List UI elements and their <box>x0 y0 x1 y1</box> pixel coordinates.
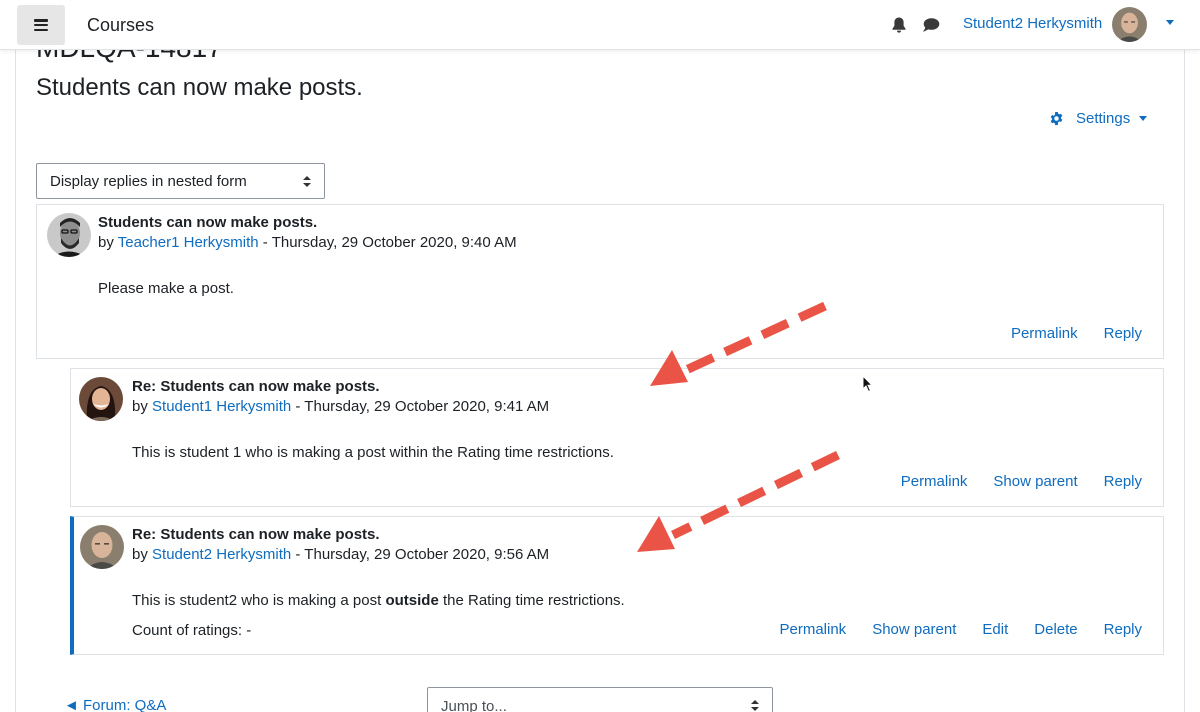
settings-menu[interactable]: Settings <box>1049 110 1148 127</box>
post-subject: Re: Students can now make posts. <box>132 526 380 543</box>
post-author-link[interactable]: Teacher1 Herkysmith <box>118 234 259 251</box>
jump-to-select[interactable]: Jump to... <box>427 687 773 712</box>
forum-post-student2: Re: Students can now make posts. by Stud… <box>70 516 1164 655</box>
user-menu-name[interactable]: Student2 Herkysmith <box>963 15 1102 32</box>
post-author-link[interactable]: Student2 Herkysmith <box>152 546 291 563</box>
user-avatar[interactable] <box>1112 7 1147 42</box>
post-author-link[interactable]: Student1 Herkysmith <box>152 398 291 415</box>
courses-link[interactable]: Courses <box>87 15 154 36</box>
discussion-title: Students can now make posts. <box>36 74 363 101</box>
post-actions: Permalink Reply <box>1011 325 1142 342</box>
post-byline: by Student2 Herkysmith - Thursday, 29 Oc… <box>132 546 549 563</box>
ratings-count: Count of ratings: - <box>132 622 252 639</box>
post-date: - Thursday, 29 October 2020, 9:56 AM <box>291 546 550 563</box>
chat-bubble-icon[interactable] <box>922 17 940 33</box>
mouse-cursor-icon <box>862 375 874 393</box>
hamburger-icon <box>34 19 48 31</box>
student1-avatar[interactable] <box>79 377 123 421</box>
post-body: This is student 1 who is making a post w… <box>132 444 614 461</box>
post-date: - Thursday, 29 October 2020, 9:41 AM <box>291 398 550 415</box>
cog-icon <box>1050 111 1063 126</box>
show-parent-link[interactable]: Show parent <box>872 621 956 638</box>
reply-link[interactable]: Reply <box>1104 621 1142 638</box>
forum-post-teacher1: Students can now make posts. by Teacher1… <box>36 204 1164 359</box>
post-subject: Re: Students can now make posts. <box>132 378 380 395</box>
post-actions: Permalink Show parent Reply <box>901 473 1142 490</box>
top-navbar: Courses Student2 Herkysmith <box>0 0 1200 50</box>
bell-icon[interactable] <box>891 16 907 34</box>
forum-back-link[interactable]: ◄ Forum: Q&A <box>64 697 166 712</box>
byline-prefix: by <box>132 398 148 415</box>
post-byline: by Student1 Herkysmith - Thursday, 29 Oc… <box>132 398 549 415</box>
post-byline: by Teacher1 Herkysmith - Thursday, 29 Oc… <box>98 234 517 251</box>
post-body-text-end: the Rating time restrictions. <box>438 592 625 609</box>
jump-to-value: Jump to... <box>441 698 507 712</box>
select-updown-icon <box>303 176 311 187</box>
post-body: Please make a post. <box>98 280 234 297</box>
reply-link[interactable]: Reply <box>1104 473 1142 490</box>
post-body-text-start: This is student2 who is making a post <box>132 592 386 609</box>
byline-prefix: by <box>98 234 114 251</box>
settings-label: Settings <box>1076 110 1131 127</box>
permalink-link[interactable]: Permalink <box>780 621 847 638</box>
post-date: - Thursday, 29 October 2020, 9:40 AM <box>258 234 517 251</box>
select-updown-icon <box>751 700 759 711</box>
settings-caret-icon <box>1139 116 1148 121</box>
post-body: This is student2 who is making a post ou… <box>132 592 625 609</box>
hamburger-menu-button[interactable] <box>17 5 65 45</box>
display-mode-value: Display replies in nested form <box>50 173 247 190</box>
display-mode-select[interactable]: Display replies in nested form <box>36 163 325 199</box>
post-subject: Students can now make posts. <box>98 214 318 231</box>
permalink-link[interactable]: Permalink <box>1011 325 1078 342</box>
post-actions: Permalink Show parent Edit Delete Reply <box>780 621 1143 638</box>
forum-post-student1: Re: Students can now make posts. by Stud… <box>70 368 1164 507</box>
edit-link[interactable]: Edit <box>982 621 1008 638</box>
reply-link[interactable]: Reply <box>1104 325 1142 342</box>
delete-link[interactable]: Delete <box>1034 621 1077 638</box>
byline-prefix: by <box>132 546 148 563</box>
caret-down-icon[interactable] <box>1166 20 1174 25</box>
permalink-link[interactable]: Permalink <box>901 473 968 490</box>
student2-avatar[interactable] <box>80 525 124 569</box>
teacher1-avatar[interactable] <box>47 213 91 257</box>
post-body-bold: outside <box>385 592 439 609</box>
show-parent-link[interactable]: Show parent <box>993 473 1077 490</box>
